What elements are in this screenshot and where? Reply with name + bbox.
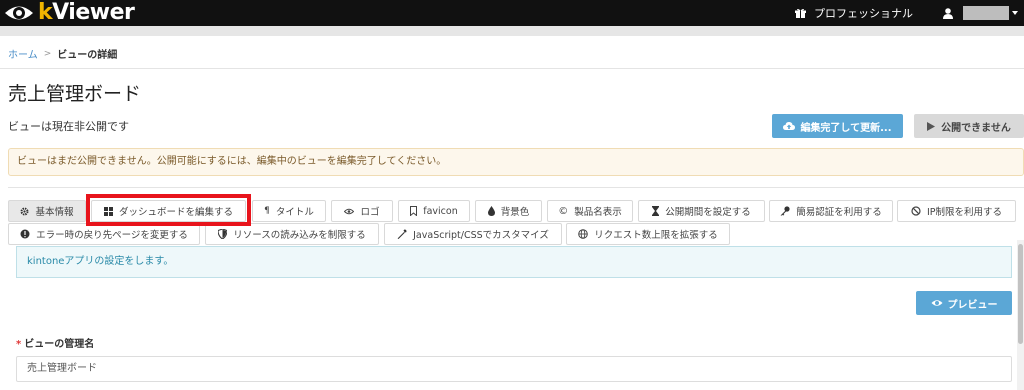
kviewer-logo[interactable]: kViewer <box>4 0 135 25</box>
shield-icon <box>218 229 228 239</box>
plan-label: プロフェッショナル <box>814 7 913 20</box>
tab-label: IP制限を利用する <box>926 207 1003 218</box>
tab-ip-restriction[interactable]: IP制限を利用する <box>897 200 1016 222</box>
wrench-icon <box>397 229 407 239</box>
tab-label: 基本情報 <box>35 207 74 218</box>
tab-label: エラー時の戻り先ページを変更する <box>36 230 188 241</box>
top-navbar: kViewer プロフェッショナル <box>0 0 1024 26</box>
ban-icon <box>911 206 921 216</box>
view-name-input[interactable]: 売上管理ボード <box>16 356 1012 382</box>
preview-button-label: プレビュー <box>947 299 998 311</box>
highlight-annotation <box>86 194 251 226</box>
tab-label: ロゴ <box>360 207 380 218</box>
alert-circle-icon <box>20 229 30 239</box>
breadcrumb: ホーム > ビューの詳細 <box>8 46 118 62</box>
finish-edit-update-button[interactable]: 編集完了して更新... <box>772 114 903 138</box>
divider <box>0 68 1024 69</box>
finish-edit-update-label: 編集完了して更新... <box>800 122 892 134</box>
tab-label: JavaScript/CSSでカスタマイズ <box>413 230 549 241</box>
tab-label: リクエスト数上限を拡張する <box>594 230 718 241</box>
caret-down-icon <box>1012 11 1018 15</box>
gift-icon <box>795 8 806 19</box>
eye-icon <box>344 208 355 215</box>
tab-background-color[interactable]: 背景色 <box>475 200 542 222</box>
eye-logo-icon <box>5 6 33 20</box>
tab-logo[interactable]: ロゴ <box>331 200 393 222</box>
scrollbar-thumb[interactable] <box>1018 244 1023 344</box>
plan-indicator[interactable]: プロフェッショナル <box>795 5 913 21</box>
tab-publish-period[interactable]: 公開期間を設定する <box>638 200 765 222</box>
tab-error-redirect[interactable]: エラー時の戻り先ページを変更する <box>8 223 200 245</box>
subheader-bar <box>0 26 1024 36</box>
tab-request-limit[interactable]: リクエスト数上限を拡張する <box>566 223 730 245</box>
tab-label: 公開期間を設定する <box>665 207 751 218</box>
page-title: 売上管理ボード <box>8 83 142 105</box>
tab-basic-info[interactable]: 基本情報 <box>8 200 86 222</box>
user-name <box>963 6 1009 20</box>
view-name-label-text: ビューの管理名 <box>24 339 95 350</box>
eye-icon <box>931 300 942 306</box>
tab-label: リソースの読み込みを制限する <box>233 230 366 241</box>
globe-icon <box>578 229 589 239</box>
tab-basic-auth[interactable]: 簡易認証を利用する <box>769 200 893 222</box>
gear-icon <box>20 207 29 216</box>
publish-status-text: ビューは現在非公開です <box>8 120 129 133</box>
cloud-upload-icon <box>783 121 796 130</box>
tab-resource-restriction[interactable]: リソースの読み込みを制限する <box>205 223 379 245</box>
view-name-label: * ビューの管理名 <box>16 335 94 350</box>
user-menu[interactable] <box>943 6 1018 20</box>
tab-label: 簡易認証を利用する <box>796 207 882 218</box>
tab-label: 背景色 <box>500 207 530 218</box>
publish-button[interactable]: 公開できません <box>914 114 1024 138</box>
bookmark-icon <box>410 206 418 216</box>
key-icon <box>780 206 790 216</box>
copyright-icon: © <box>558 205 569 217</box>
publish-button-label: 公開できません <box>941 122 1011 134</box>
tab-label: favicon <box>423 205 458 217</box>
paragraph-icon: ¶ <box>264 206 270 216</box>
logo-text: Viewer <box>52 0 135 25</box>
user-icon <box>943 7 953 19</box>
tab-favicon[interactable]: favicon <box>398 200 470 222</box>
tab-label: タイトル <box>275 207 314 218</box>
breadcrumb-separator: > <box>43 48 52 59</box>
drop-icon <box>487 206 495 216</box>
tab-js-css-customize[interactable]: JavaScript/CSSでカスタマイズ <box>384 223 562 245</box>
preview-button[interactable]: プレビュー <box>916 291 1012 315</box>
hourglass-icon <box>652 206 660 216</box>
warning-alert: ビューはまだ公開できません。公開可能にするには、編集中のビューを編集完了してくだ… <box>8 148 1024 176</box>
tab-label: 製品名表示 <box>574 207 622 218</box>
breadcrumb-current: ビューの詳細 <box>57 50 118 61</box>
divider <box>8 187 1024 188</box>
tab-product-name[interactable]: © 製品名表示 <box>547 200 633 222</box>
breadcrumb-home-link[interactable]: ホーム <box>8 46 38 61</box>
tab-title[interactable]: ¶ タイトル <box>252 200 326 222</box>
required-mark: * <box>16 339 22 350</box>
logo-k: k <box>38 0 53 25</box>
info-message: kintoneアプリの設定をします。 <box>16 246 1012 278</box>
play-icon <box>927 121 936 131</box>
